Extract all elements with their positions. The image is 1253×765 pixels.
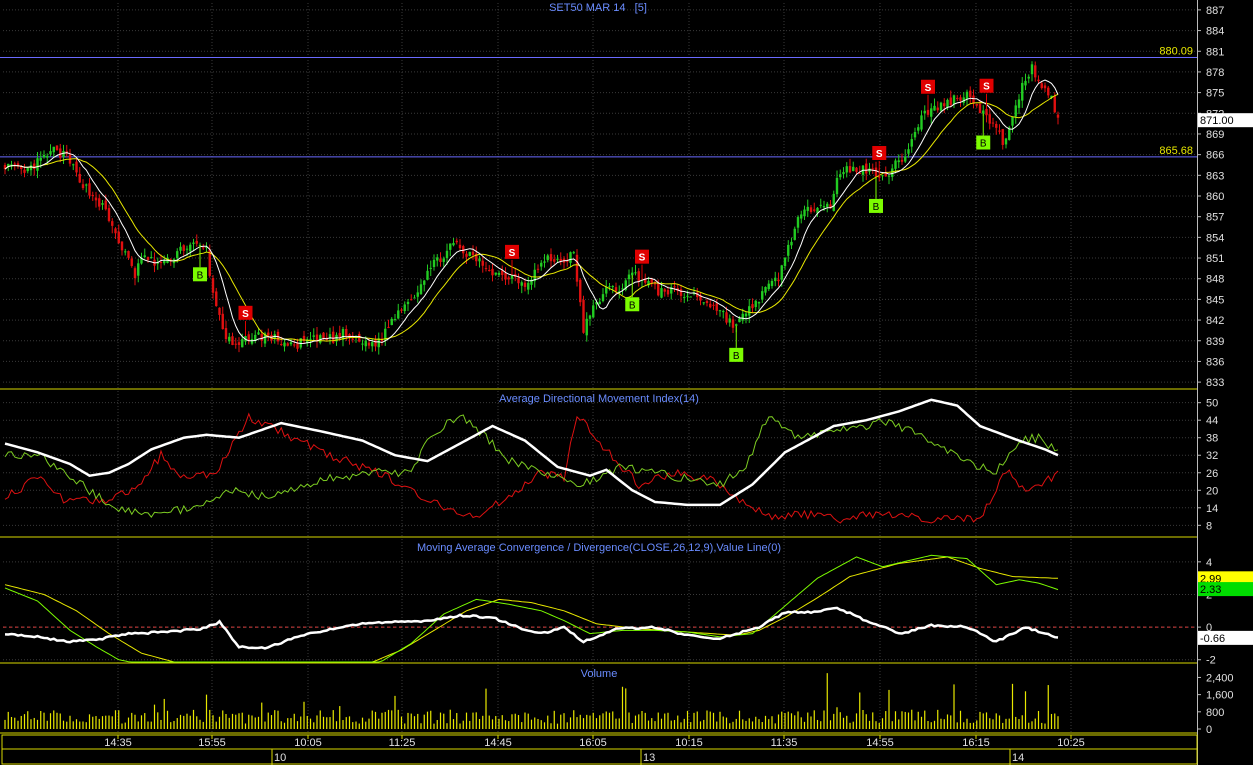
y-tick-label: 44 [1206,415,1218,427]
x-tick-label: 11:25 [389,737,416,749]
svg-text:S: S [983,82,990,93]
y-tick-label: 20 [1206,485,1218,497]
y-tick-label: 857 [1206,212,1224,224]
y-tick-label: 38 [1206,433,1218,445]
svg-text:871.00: 871.00 [1200,115,1234,127]
macd-value-badge: 2.33 [1198,582,1253,597]
volume-panel-title: Volume [581,668,618,680]
svg-text:-0.66: -0.66 [1200,633,1225,645]
y-tick-label: 839 [1206,336,1224,348]
price-panel-title: SET50 MAR 14 [5] [549,2,647,14]
y-tick-label: 860 [1206,191,1224,203]
y-tick-label: 836 [1206,356,1224,368]
y-tick-label: 863 [1206,170,1224,182]
price-level-label: 865.68 [1159,145,1193,157]
candle[interactable] [468,251,471,257]
y-tick-label: 854 [1206,232,1224,244]
y-tick-label: 881 [1206,46,1224,58]
candle[interactable] [582,295,585,334]
y-tick-label: 8 [1206,520,1212,532]
x-tick-label: 11:35 [771,737,798,749]
y-tick-label: 851 [1206,253,1224,265]
x-tick-label: 16:15 [962,737,990,749]
y-tick-label: 800 [1206,707,1224,719]
y-tick-label: 866 [1206,150,1224,162]
svg-text:B: B [873,202,880,213]
y-tick-label: 884 [1206,26,1224,38]
x-tick-label: 15:55 [198,737,226,749]
trading-chart: 880.09 865.68 S S S S S S B B B B B SET50 MAR 14 [5]… [0,0,1253,765]
date-label: 10 [274,752,286,764]
y-tick-label: 875 [1206,88,1224,100]
x-tick-label: 14:45 [484,737,512,749]
y-tick-label: 50 [1206,398,1218,410]
current-price-badge: 871.00 [1198,113,1253,128]
svg-text:S: S [925,83,932,94]
y-tick-label: 1,600 [1206,690,1234,702]
svg-text:S: S [876,149,883,160]
svg-text:S: S [242,309,249,320]
y-tick-label: 4 [1206,557,1212,569]
svg-text:S: S [509,248,516,259]
y-tick-label: 887 [1206,5,1224,17]
y-tick-label: 2,400 [1206,672,1234,684]
date-label: 13 [643,752,655,764]
y-tick-label: 0 [1206,724,1212,736]
x-tick-label: 16:05 [579,737,607,749]
y-tick-label: 848 [1206,274,1224,286]
x-tick-label: 10:15 [675,737,703,749]
svg-text:B: B [629,300,636,311]
date-label: 14 [1012,752,1024,764]
y-tick-label: 833 [1206,377,1224,389]
y-tick-label: 845 [1206,294,1224,306]
candle[interactable] [579,278,582,307]
svg-text:B: B [733,351,740,362]
y-tick-label: 869 [1206,129,1224,141]
x-tick-label: 14:35 [104,737,132,749]
y-tick-label: 878 [1206,67,1224,79]
adx-panel-title: Average Directional Movement Index(14) [499,393,699,405]
svg-text:2.33: 2.33 [1200,584,1221,596]
svg-text:B: B [980,139,987,150]
y-tick-label: 14 [1206,503,1218,515]
price-level-label: 880.09 [1159,46,1193,58]
y-tick-label: 32 [1206,450,1218,462]
y-tick-label: 842 [1206,315,1224,327]
y-tick-label: 26 [1206,468,1218,480]
macd-panel-title: Moving Average Convergence / Divergence(… [417,542,781,554]
candle[interactable] [55,145,59,151]
svg-text:B: B [197,270,204,281]
y-tick-label: -2 [1206,655,1216,667]
svg-text:S: S [639,253,646,264]
x-tick-label: 10:05 [294,737,322,749]
macd-value-badge: -0.66 [1198,630,1253,645]
x-tick-label: 14:55 [866,737,894,749]
x-tick-label: 10:25 [1057,737,1085,749]
